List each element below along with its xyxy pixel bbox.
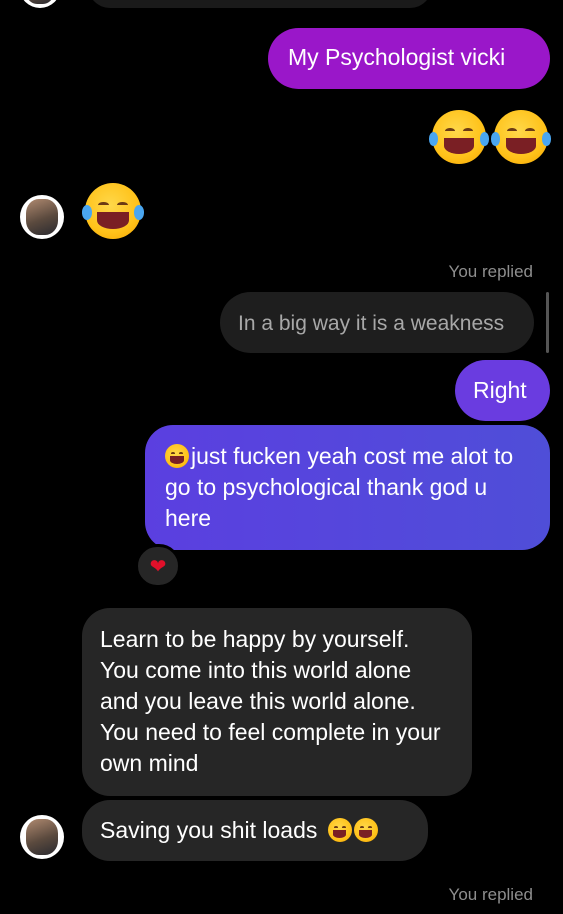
avatar-top-partial[interactable]: [20, 0, 60, 8]
message-sent-right[interactable]: Right: [455, 360, 550, 421]
laughing-icon: [490, 110, 552, 164]
laughing-icon: [81, 183, 145, 239]
sent-emoji-message[interactable]: [428, 110, 552, 166]
previous-message-edge: [88, 0, 432, 8]
heart-icon: ❤: [149, 554, 167, 578]
laughing-icon: [165, 444, 189, 468]
you-replied-label: You replied: [448, 885, 533, 904]
received-emoji-message[interactable]: [81, 183, 145, 241]
quoted-reply[interactable]: In a big way it is a weakness: [220, 292, 534, 353]
quoted-text: In a big way it is a weakness: [238, 312, 505, 335]
avatar[interactable]: [20, 815, 64, 859]
avatar[interactable]: [20, 195, 64, 239]
message-text: Right: [473, 377, 527, 403]
message-text: Learn to be happy by yourself. You come …: [100, 626, 441, 776]
you-replied-label: You replied: [448, 262, 533, 281]
message-received-short[interactable]: Saving you shit loads: [82, 800, 428, 861]
laughing-icon: [428, 110, 490, 164]
message-received-long[interactable]: Learn to be happy by yourself. You come …: [82, 608, 472, 796]
laughing-icon: [327, 818, 352, 842]
laughing-icon: [353, 818, 378, 842]
reply-bar: [546, 292, 549, 353]
message-text: Saving you shit loads: [100, 817, 318, 843]
message-text: just fucken yeah cost me alot to go to p…: [165, 443, 514, 531]
message-sent-title[interactable]: My Psychologist vicki: [268, 28, 550, 89]
message-text: My Psychologist vicki: [288, 44, 506, 70]
message-sent-long[interactable]: just fucken yeah cost me alot to go to p…: [145, 425, 550, 550]
reaction-badge[interactable]: ❤: [135, 544, 181, 588]
